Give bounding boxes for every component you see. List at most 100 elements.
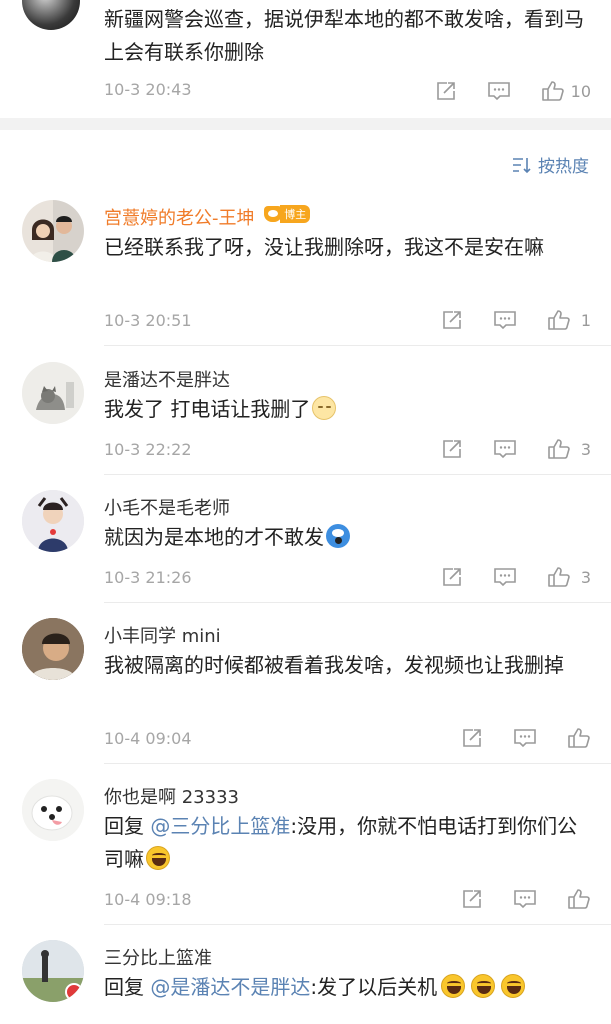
comment-icon: [494, 440, 516, 459]
like-button[interactable]: 3: [547, 438, 591, 460]
comment-body: 回复 @是潘达不是胖达:发了以后关机: [104, 971, 594, 1004]
comment-body-text: 就因为是本地的才不敢发: [104, 525, 324, 549]
author-name-text: 宫薏婷的老公-王坤: [104, 208, 255, 229]
avatar[interactable]: [22, 200, 84, 262]
like-icon: [548, 310, 570, 330]
laugh-cry-emoji-icon: [501, 974, 526, 998]
comment-body: 我被隔离的时候都被看着我发啥，发视频也让我删掉: [104, 653, 564, 677]
sleepy-emoji-icon: [312, 396, 337, 420]
divider: [104, 474, 611, 475]
comment-icon: [514, 890, 536, 909]
comment-body: 已经联系我了呀，没让我删除呀，我这不是安在嘛: [104, 235, 544, 259]
comment-item: 三分比上篮准 回复 @是潘达不是胖达:发了以后关机: [0, 938, 611, 1024]
comment-time: 10-3 21:26: [104, 568, 192, 587]
comment-text: 新疆网警会巡查，据说伊犁本地的都不敢发啥，看到马上会有联系你删除: [104, 7, 584, 64]
comment-body-text: 我发了 打电话让我删了: [104, 397, 311, 421]
comment-time: 10-4 09:04: [104, 729, 192, 748]
author-name[interactable]: 小毛不是毛老师: [104, 494, 230, 520]
scream-emoji-icon: [326, 524, 350, 548]
reply-button[interactable]: [487, 80, 511, 102]
comment-actions: [461, 888, 591, 910]
comment-actions: 1: [441, 309, 591, 331]
laugh-cry-emoji-icon: [471, 974, 496, 998]
comment-time: 10-4 09:18: [104, 890, 192, 909]
laugh-cry-emoji-icon: [146, 846, 170, 870]
comment-body: 我发了 打电话让我删了: [104, 393, 594, 426]
laugh-cry-emoji-icon: [441, 974, 466, 998]
comment-actions: 3: [441, 438, 591, 460]
comment-body: 就因为是本地的才不敢发: [104, 521, 594, 554]
comment-body-text: :发了以后关机: [310, 975, 438, 999]
avatar[interactable]: [22, 490, 84, 552]
sort-toggle[interactable]: 按热度: [512, 152, 589, 177]
avatar[interactable]: [22, 0, 80, 30]
mention-link[interactable]: @三分比上篮准: [150, 814, 290, 838]
share-button[interactable]: [441, 438, 463, 460]
reply-button[interactable]: [513, 727, 537, 749]
comment-item: 是潘达不是胖达 我发了 打电话让我删了 10-3 22:22 3: [0, 360, 611, 475]
reply-button[interactable]: [493, 309, 517, 331]
reply-button[interactable]: [493, 438, 517, 460]
like-count: 3: [580, 567, 591, 587]
divider: [104, 602, 611, 603]
like-button[interactable]: [567, 888, 591, 910]
like-button[interactable]: [567, 727, 591, 749]
share-icon: [463, 729, 481, 747]
share-button[interactable]: [461, 888, 483, 910]
comment-actions: [461, 727, 591, 749]
share-icon: [463, 890, 481, 908]
comment-item: 宫薏婷的老公-王坤 博主 已经联系我了呀，没让我删除呀，我这不是安在嘛 10-3…: [0, 198, 611, 346]
like-icon: [548, 567, 570, 587]
comment-icon: [487, 82, 510, 101]
comment-time: 10-3 22:22: [104, 440, 192, 459]
section-separator: [0, 118, 611, 130]
comment-icon: [514, 729, 536, 748]
like-icon: [568, 728, 590, 748]
comment-item: 你也是啊 23333 回复 @三分比上篮准:没用，你就不怕电话打到你们公司嘛 1…: [0, 777, 611, 925]
reply-button[interactable]: [513, 888, 537, 910]
share-icon: [443, 311, 461, 329]
share-button[interactable]: [441, 309, 463, 331]
like-icon: [541, 81, 564, 101]
sort-icon: [513, 157, 531, 173]
crown-icon: [264, 206, 283, 222]
mention-link[interactable]: @是潘达不是胖达: [150, 975, 310, 999]
like-icon: [548, 439, 570, 459]
share-button[interactable]: [441, 566, 463, 588]
reply-prefix: 回复: [104, 814, 144, 838]
blogger-badge: 博主: [264, 205, 311, 223]
author-name[interactable]: 小丰同学 mini: [104, 622, 221, 648]
like-button[interactable]: 3: [547, 566, 591, 588]
reply-prefix: 回复: [104, 975, 144, 999]
comment-actions: 10: [435, 80, 591, 102]
share-icon: [436, 82, 455, 100]
reply-button[interactable]: [493, 566, 517, 588]
comment-actions: 3: [441, 566, 591, 588]
top-comment: 新疆网警会巡查，据说伊犁本地的都不敢发啥，看到马上会有联系你删除 10-3 20…: [0, 0, 611, 118]
share-button[interactable]: [435, 80, 457, 102]
like-button[interactable]: 1: [547, 309, 591, 331]
badge-label: 博主: [280, 205, 311, 223]
comment-time: 10-3 20:43: [104, 80, 192, 99]
author-name[interactable]: 你也是啊 23333: [104, 783, 239, 809]
share-icon: [443, 568, 461, 586]
sort-label: 按热度: [538, 157, 589, 177]
comment-time: 10-3 20:51: [104, 311, 192, 330]
author-name[interactable]: 三分比上篮准: [104, 944, 212, 970]
comment-icon: [494, 311, 516, 330]
avatar[interactable]: [22, 618, 84, 680]
author-name[interactable]: 宫薏婷的老公-王坤 博主: [104, 204, 311, 230]
avatar[interactable]: [22, 940, 84, 1002]
comment-item: 小丰同学 mini 我被隔离的时候都被看着我发啥，发视频也让我删掉 10-4 0…: [0, 616, 611, 764]
comment-item: 小毛不是毛老师 就因为是本地的才不敢发 10-3 21:26 3: [0, 488, 611, 603]
author-name[interactable]: 是潘达不是胖达: [104, 366, 230, 392]
divider: [104, 345, 611, 346]
share-icon: [443, 440, 461, 458]
avatar[interactable]: [22, 779, 84, 841]
like-count: 10: [570, 81, 591, 101]
share-button[interactable]: [461, 727, 483, 749]
divider: [104, 924, 611, 925]
like-count: 3: [580, 439, 591, 459]
like-button[interactable]: 10: [541, 80, 591, 102]
avatar[interactable]: [22, 362, 84, 424]
